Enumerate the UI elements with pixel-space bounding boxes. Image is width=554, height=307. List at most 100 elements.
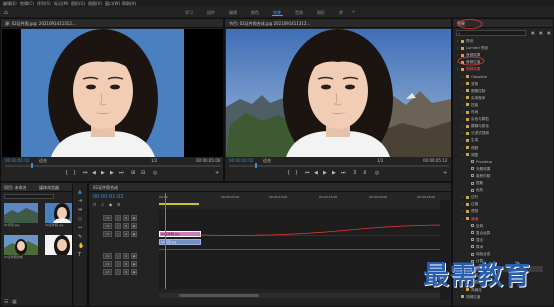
accelerated-filter-icon[interactable]: ▣ — [531, 30, 535, 35]
timeline-scrollbar[interactable] — [159, 293, 449, 298]
disclosure-arrow-icon[interactable]: › — [462, 202, 465, 206]
source-fit-dropdown[interactable]: 适合 — [39, 158, 47, 164]
track-label[interactable]: A3 — [103, 269, 112, 275]
disclosure-arrow-icon[interactable]: › — [462, 209, 465, 213]
type-tool-icon[interactable]: T — [78, 252, 81, 258]
mark-out-icon[interactable]: } — [73, 170, 76, 176]
source-monitor-title[interactable]: 源: 02证件照.jpg: 2021091411312... — [5, 21, 76, 27]
effects-tree-item[interactable]: › 视频效果 — [455, 67, 543, 73]
mark-in-icon[interactable]: { — [65, 170, 68, 176]
more-tabs-icon[interactable]: » — [352, 9, 355, 15]
track-label[interactable]: A1 — [103, 253, 112, 259]
program-go-to-out-icon[interactable]: ⏭ — [341, 170, 346, 176]
tab-libraries[interactable]: 库 — [339, 10, 343, 16]
effects-tree-item[interactable]: › 扭曲 — [455, 103, 543, 109]
effects-tree-item[interactable]: › 变换 — [455, 82, 543, 88]
disclosure-arrow-icon[interactable]: › — [457, 295, 460, 299]
effects-tree-item[interactable]: › 过时 — [455, 195, 543, 201]
sync-lock-icon[interactable]: ⇆ — [123, 215, 129, 221]
program-mark-in-icon[interactable]: { — [287, 170, 290, 176]
tab-editing[interactable]: 编辑 — [229, 10, 237, 16]
tab-graphics[interactable]: 图形 — [317, 10, 325, 16]
effects-tree-item[interactable]: 提取 — [455, 181, 543, 187]
effects-tree-item[interactable]: › 杂色与颗粒 — [455, 117, 543, 123]
slip-tool-icon[interactable]: ⇿ — [78, 225, 82, 231]
disclosure-arrow-icon[interactable]: › — [462, 146, 465, 150]
sync-lock-icon[interactable]: ⇆ — [123, 231, 129, 237]
effects-tree-item[interactable]: 复合运算 — [455, 231, 543, 237]
pen-tool-icon[interactable]: ✎ — [78, 234, 82, 240]
list-view-icon[interactable]: ☰ — [4, 299, 8, 305]
disclosure-arrow-icon[interactable]: › — [462, 82, 465, 86]
effects-tree-item[interactable]: › 过渡 — [455, 202, 543, 208]
time-ruler[interactable]: 00:00 00:00:05:00 00:00:10:00 00:00:15:0… — [159, 193, 449, 207]
disclosure-arrow-icon[interactable]: › — [462, 217, 465, 221]
program-export-frame-icon[interactable]: ◎ — [375, 170, 379, 176]
project-item-2[interactable]: 02证件照合成 — [4, 235, 38, 259]
effects-tree-item[interactable]: › 模糊与锐化 — [455, 124, 543, 130]
track-label[interactable]: V1 — [103, 231, 112, 237]
export-frame-icon[interactable]: ◎ — [153, 170, 157, 176]
effects-search-input[interactable]: ⌕ — [456, 30, 526, 36]
step-back-icon[interactable]: ◀ — [92, 170, 96, 176]
disclosure-arrow-icon[interactable]: › — [462, 124, 465, 128]
program-playhead[interactable] — [255, 163, 257, 168]
effects-tree-item[interactable]: 混合 — [455, 238, 543, 244]
insert-icon[interactable]: ⊞ — [131, 170, 135, 176]
program-mark-out-icon[interactable]: } — [295, 170, 298, 176]
effects-tree-item[interactable]: › 视频过渡 — [455, 295, 543, 301]
effects-tree-item[interactable]: › Lumetri 预设 — [455, 46, 543, 52]
lock-icon[interactable]: ▢ — [115, 215, 121, 221]
track-label[interactable]: V2 — [103, 223, 112, 229]
disclosure-arrow-icon[interactable]: › — [462, 153, 465, 157]
effects-tree-item[interactable]: 算术 — [455, 245, 543, 251]
selection-tool-icon[interactable]: ▲ — [78, 189, 82, 195]
visibility-icon[interactable]: ◉ — [131, 261, 137, 267]
disclosure-arrow-icon[interactable]: › — [462, 117, 465, 121]
ripple-edit-tool-icon[interactable]: ⇹ — [78, 207, 82, 213]
linked-selection-icon[interactable]: ⊂ — [101, 202, 104, 207]
tab-assembly[interactable]: 组件 — [207, 10, 215, 16]
lock-icon[interactable]: ▢ — [115, 231, 121, 237]
track-label[interactable]: V3 — [103, 215, 112, 221]
razor-tool-icon[interactable]: ◇ — [78, 216, 82, 222]
lock-icon[interactable]: ▢ — [115, 269, 121, 275]
add-marker-icon[interactable]: ◆ — [109, 202, 112, 207]
disclosure-arrow-icon[interactable]: › — [462, 131, 465, 135]
timeline-timecode[interactable]: 00:00:01:02 — [93, 194, 124, 200]
program-monitor-title[interactable]: 节目: 02证件照合成.jpg 2021091411312... — [229, 21, 310, 27]
track-label[interactable]: A2 — [103, 261, 112, 267]
project-tab[interactable]: 项目: 未命名 — [4, 185, 27, 191]
effects-tree-item[interactable]: 卷积内核 — [455, 174, 543, 180]
project-item-0[interactable]: 01风景.jpg — [4, 203, 38, 227]
effects-tree-item[interactable]: ProcAmp — [455, 160, 543, 166]
program-go-to-in-icon[interactable]: ⏮ — [305, 170, 310, 176]
tab-learn[interactable]: 学习 — [185, 10, 193, 16]
icon-view-icon[interactable]: ▦ — [12, 299, 17, 305]
overwrite-icon[interactable]: ⊟ — [141, 170, 145, 176]
timeline-playhead[interactable] — [165, 193, 166, 289]
extract-icon[interactable]: ⊻ — [363, 170, 367, 176]
visibility-icon[interactable]: ◉ — [131, 215, 137, 221]
play-icon[interactable]: ▶ — [101, 170, 105, 176]
go-to-in-icon[interactable]: ⏮ — [83, 170, 88, 176]
visibility-icon[interactable]: ◉ — [131, 223, 137, 229]
yuv-filter-icon[interactable]: ▣ — [547, 30, 551, 35]
disclosure-arrow-icon[interactable]: › — [462, 96, 465, 100]
wrench-icon[interactable]: ⚙ — [117, 202, 121, 207]
lock-icon[interactable]: ▢ — [115, 261, 121, 267]
disclosure-arrow-icon[interactable]: › — [462, 75, 465, 79]
visibility-icon[interactable]: ◉ — [131, 269, 137, 275]
tab-audio[interactable]: 音频 — [295, 10, 303, 16]
effects-tree-item[interactable]: › 图像控制 — [455, 89, 543, 95]
timeline-scroll-thumb[interactable] — [179, 294, 259, 297]
program-step-forward-icon[interactable]: ▶ — [332, 170, 336, 176]
effects-tree-item[interactable]: › 实用程序 — [455, 96, 543, 102]
step-forward-icon[interactable]: ▶ — [110, 170, 114, 176]
disclosure-arrow-icon[interactable]: › — [462, 195, 465, 199]
sync-lock-icon[interactable]: ⇆ — [123, 269, 129, 275]
program-fit-dropdown[interactable]: 适合 — [263, 158, 271, 164]
project-search-input[interactable] — [4, 194, 54, 199]
hand-tool-icon[interactable]: ✋ — [78, 243, 84, 249]
effects-tree-item[interactable]: › 时间 — [455, 110, 543, 116]
